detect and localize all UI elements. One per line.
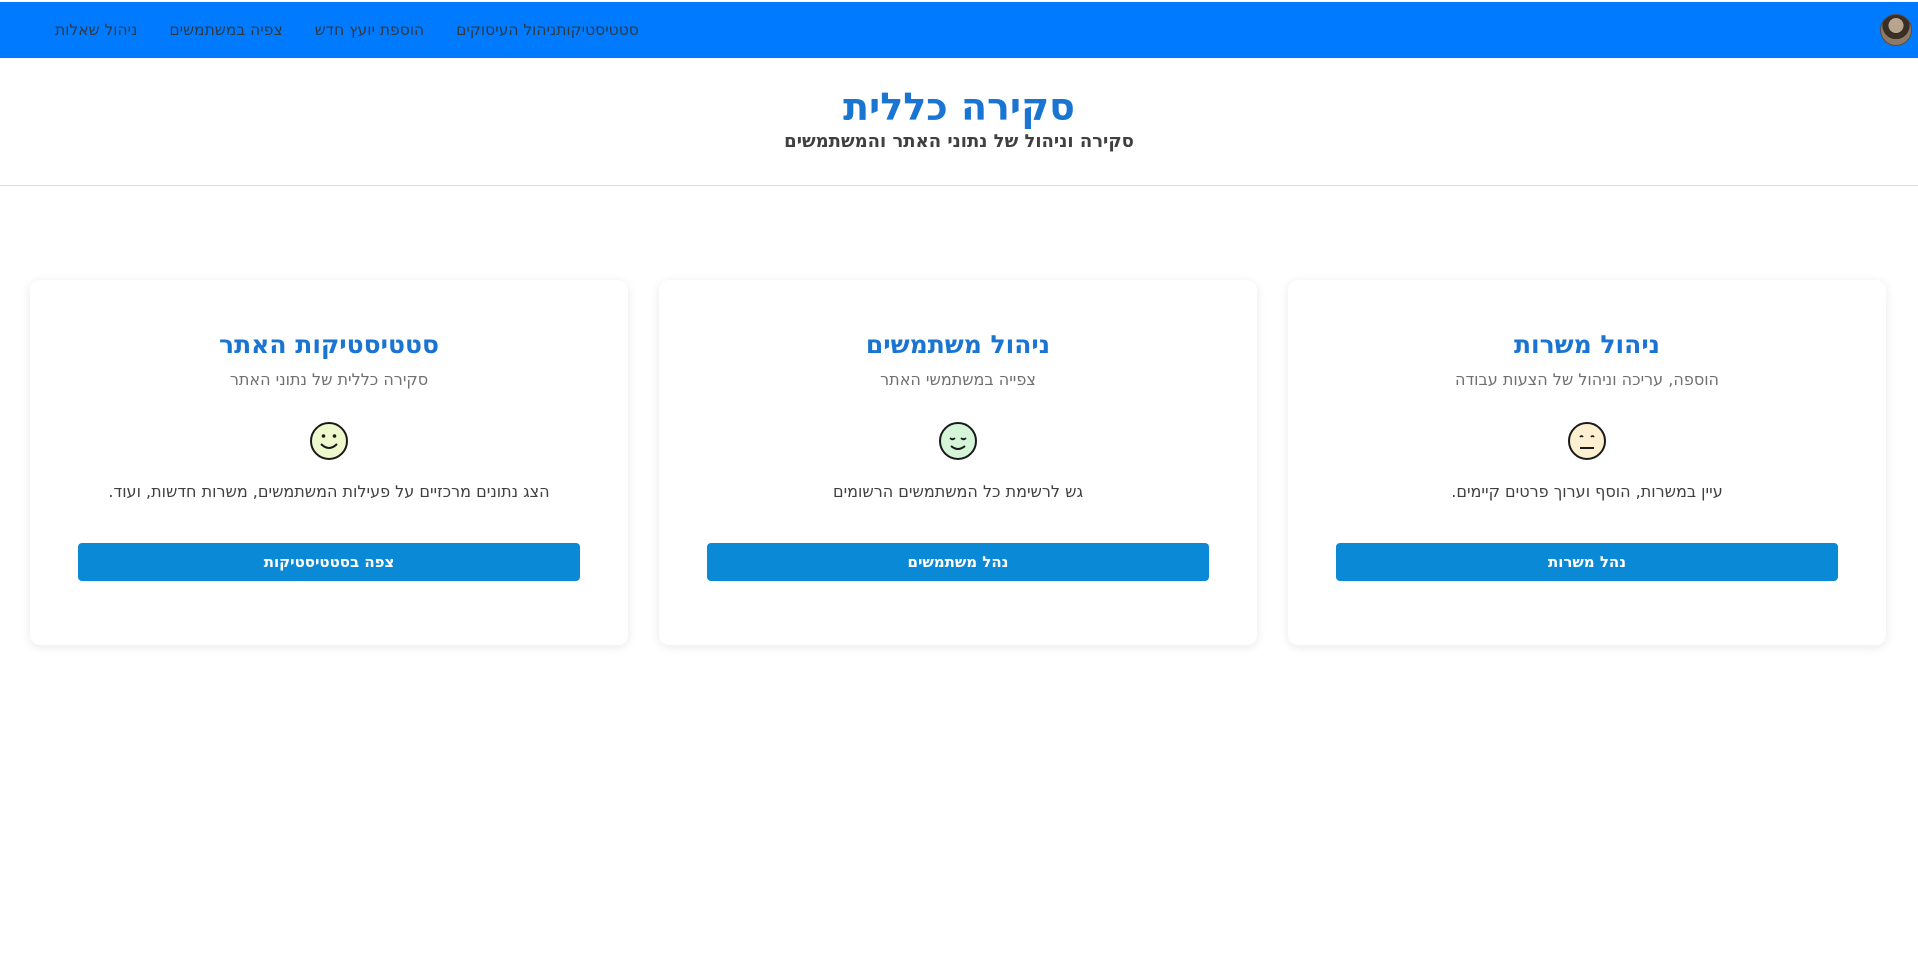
content-face-icon (939, 422, 977, 460)
view-statistics-button[interactable]: צפה בסטטיסטיקות (78, 543, 580, 581)
card-description: עיין במשרות, הוסף וערוך פרטים קיימים. (1451, 482, 1723, 501)
card-title: ניהול משרות (1513, 330, 1661, 359)
card-statistics: סטטיסטיקות האתר סקירה כללית של נתוני האת… (30, 280, 628, 645)
nav-link-view-users[interactable]: צפיה במשתמשים (169, 21, 282, 39)
nav-link-questions[interactable]: ניהול שאלות (55, 21, 137, 39)
smiling-face-icon (310, 422, 348, 460)
card-description: הצג נתונים מרכזיים על פעילות המשתמשים, מ… (108, 482, 550, 501)
neutral-face-icon (1568, 422, 1606, 460)
card-title: ניהול משתמשים (865, 330, 1051, 359)
nav-link-occupations[interactable]: ניהול העיסוקים (456, 21, 556, 39)
card-subtitle: הוספה, עריכה וניהול של הצעות עבודה (1454, 370, 1720, 389)
nav-link-add-advisor[interactable]: הוספת יועץ חדש (315, 21, 424, 39)
avatar[interactable] (1880, 14, 1912, 46)
manage-users-button[interactable]: נהל משתמשים (707, 543, 1209, 581)
dashboard-cards: ניהול משרות הוספה, עריכה וניהול של הצעות… (30, 280, 1886, 645)
card-title: סטטיסטיקות האתר (219, 330, 439, 359)
nav-links: סטטיסטיקות ניהול העיסוקים הוספת יועץ חדש… (23, 2, 639, 58)
nav-link-statistics[interactable]: סטטיסטיקות (556, 21, 639, 39)
manage-jobs-button[interactable]: נהל משרות (1336, 543, 1838, 581)
page-header: סקירה כללית סקירה וניהול של נתוני האתר ו… (0, 58, 1918, 186)
card-users: ניהול משתמשים צפייה במשתמשי האתר גש לרשי… (659, 280, 1257, 645)
top-navbar: סטטיסטיקות ניהול העיסוקים הוספת יועץ חדש… (0, 2, 1918, 58)
page-title: סקירה כללית (843, 85, 1075, 129)
card-jobs: ניהול משרות הוספה, עריכה וניהול של הצעות… (1288, 280, 1886, 645)
card-subtitle: צפייה במשתמשי האתר (880, 370, 1036, 389)
card-subtitle: סקירה כללית של נתוני האתר (229, 370, 429, 389)
card-description: גש לרשימת כל המשתמשים הרשומים (832, 482, 1084, 501)
page-subtitle: סקירה וניהול של נתוני האתר והמשתמשים (784, 131, 1134, 152)
